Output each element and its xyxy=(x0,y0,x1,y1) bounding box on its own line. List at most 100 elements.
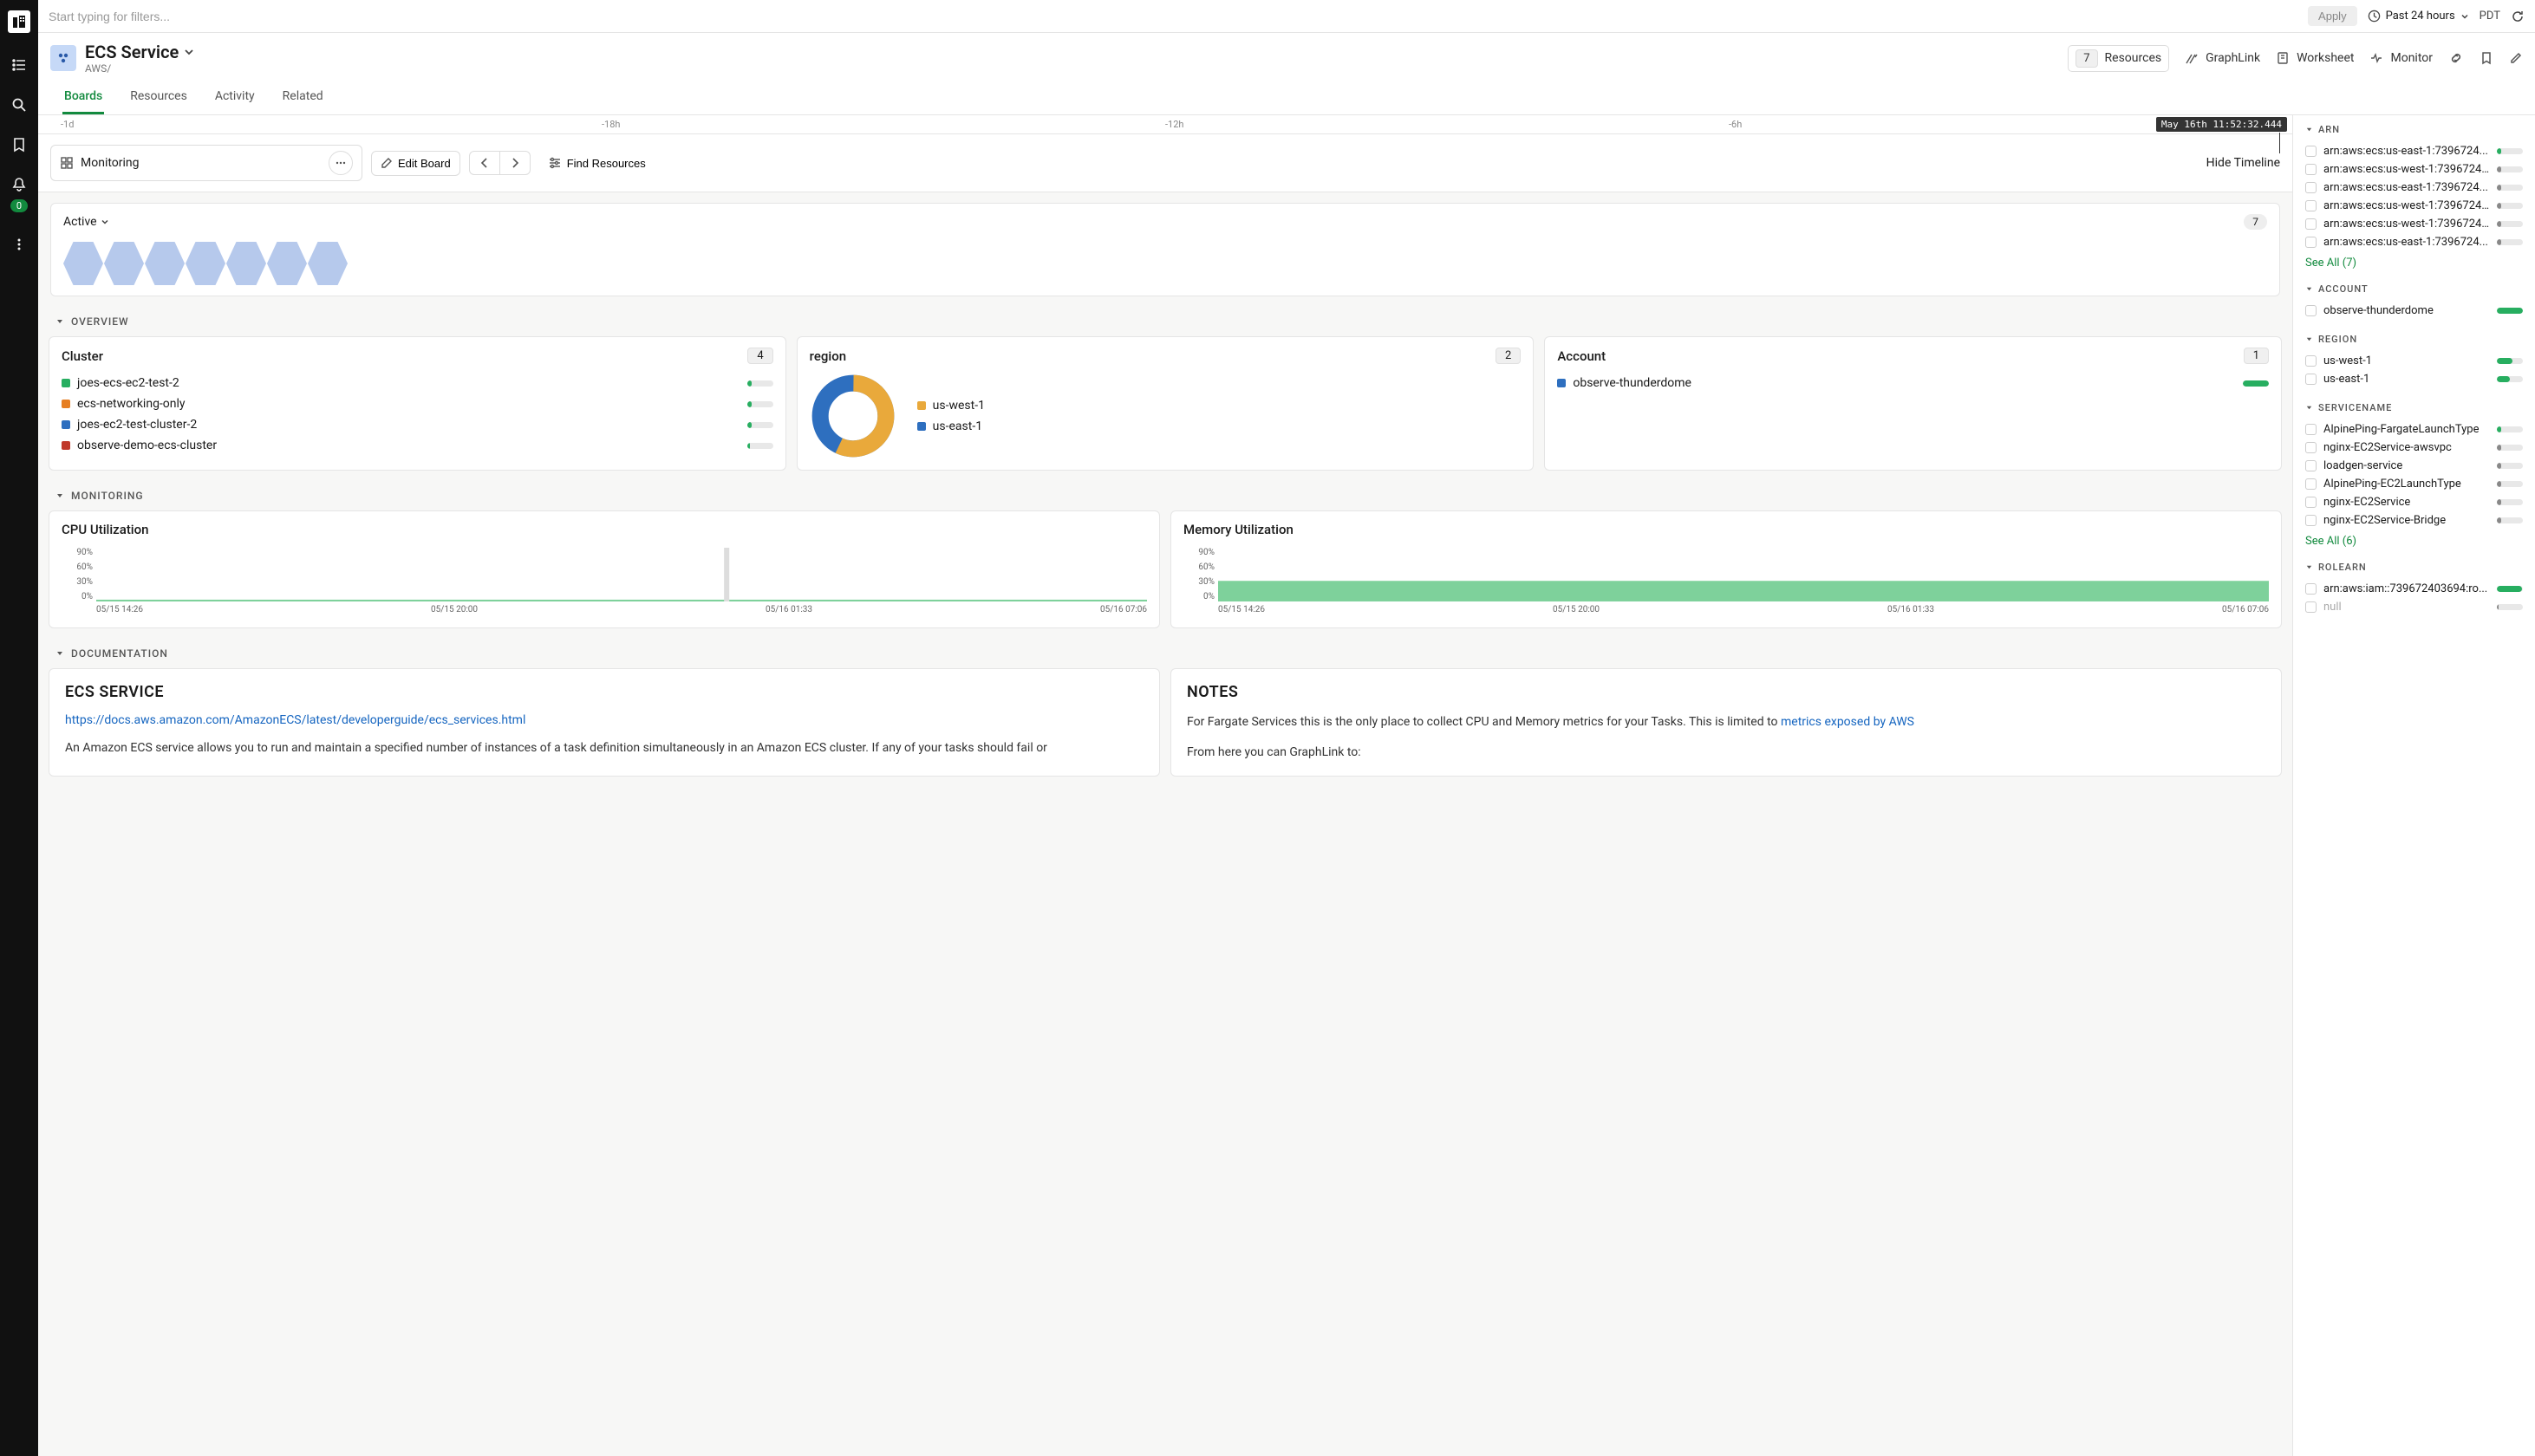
section-documentation[interactable]: DOCUMENTATION xyxy=(49,639,2282,668)
tabs: Boards Resources Activity Related xyxy=(38,81,2535,115)
side-item[interactable]: us-west-1 xyxy=(2305,352,2523,370)
side-item[interactable]: arn:aws:iam::739672403694:ro... xyxy=(2305,580,2523,598)
side-item[interactable]: observe-thunderdome xyxy=(2305,302,2523,320)
checkbox[interactable] xyxy=(2305,164,2317,175)
time-range-picker[interactable]: Past 24 hours xyxy=(2368,10,2469,23)
mini-bar xyxy=(747,422,773,428)
tab-resources[interactable]: Resources xyxy=(128,81,189,114)
side-item[interactable]: nginx-EC2Service xyxy=(2305,493,2523,511)
refresh-icon[interactable] xyxy=(2511,10,2525,23)
checkbox[interactable] xyxy=(2305,601,2317,613)
checkbox[interactable] xyxy=(2305,497,2317,508)
side-item[interactable]: arn:aws:ecs:us-east-1:7396724... xyxy=(2305,142,2523,160)
side-head-rolearn[interactable]: ROLEARN xyxy=(2305,562,2523,573)
legend-item[interactable]: us-east-1 xyxy=(917,416,985,437)
checkbox[interactable] xyxy=(2305,460,2317,471)
side-item[interactable]: AlpinePing-EC2LaunchType xyxy=(2305,475,2523,493)
bell-icon[interactable] xyxy=(11,177,27,192)
list-icon[interactable] xyxy=(11,57,27,73)
metrics-link[interactable]: metrics exposed by AWS xyxy=(1781,715,1914,729)
side-head-region[interactable]: REGION xyxy=(2305,334,2523,345)
checkbox[interactable] xyxy=(2305,515,2317,526)
monitor-button[interactable]: Monitor xyxy=(2369,51,2433,65)
active-card: Active 7 xyxy=(50,203,2280,296)
legend-item[interactable]: us-west-1 xyxy=(917,395,985,416)
logo-icon[interactable] xyxy=(8,10,30,33)
monitoring-chip[interactable]: Monitoring xyxy=(50,145,362,181)
mini-bar xyxy=(747,443,773,449)
checkbox[interactable] xyxy=(2305,237,2317,248)
filter-input[interactable] xyxy=(49,10,2297,23)
see-all-servicename[interactable]: See All (6) xyxy=(2305,535,2523,548)
hex-row xyxy=(63,242,2267,285)
find-resources-button[interactable]: Find Resources xyxy=(539,151,655,175)
checkbox[interactable] xyxy=(2305,200,2317,211)
checkbox[interactable] xyxy=(2305,218,2317,230)
page-title[interactable]: ECS Service xyxy=(85,42,2059,62)
more-options-icon[interactable] xyxy=(329,151,353,175)
bookmark-page-icon[interactable] xyxy=(2480,51,2493,65)
apply-button[interactable]: Apply xyxy=(2308,6,2357,26)
checkbox[interactable] xyxy=(2305,478,2317,490)
side-item[interactable]: arn:aws:ecs:us-east-1:7396724... xyxy=(2305,179,2523,197)
hide-timeline-button[interactable]: Hide Timeline xyxy=(2206,156,2280,170)
legend-item[interactable]: ecs-networking-only xyxy=(62,393,773,414)
section-monitoring[interactable]: MONITORING xyxy=(49,481,2282,510)
legend-item[interactable]: observe-demo-ecs-cluster xyxy=(62,435,773,456)
hex-item[interactable] xyxy=(186,242,225,285)
tab-related[interactable]: Related xyxy=(281,81,325,114)
side-head-arn[interactable]: ARN xyxy=(2305,124,2523,135)
hex-item[interactable] xyxy=(308,242,348,285)
hex-item[interactable] xyxy=(63,242,103,285)
checkbox[interactable] xyxy=(2305,374,2317,385)
checkbox[interactable] xyxy=(2305,146,2317,157)
side-item[interactable]: arn:aws:ecs:us-west-1:7396724... xyxy=(2305,197,2523,215)
hex-item[interactable] xyxy=(226,242,266,285)
side-item[interactable]: nginx-EC2Service-Bridge xyxy=(2305,511,2523,530)
checkbox[interactable] xyxy=(2305,424,2317,435)
legend-item[interactable]: observe-thunderdome xyxy=(1557,373,2269,393)
side-head-account[interactable]: ACCOUNT xyxy=(2305,283,2523,295)
side-item[interactable]: null xyxy=(2305,598,2523,616)
prev-button[interactable] xyxy=(470,152,500,174)
resources-pill[interactable]: 7 Resources xyxy=(2068,45,2169,72)
checkbox[interactable] xyxy=(2305,182,2317,193)
edit-board-button[interactable]: Edit Board xyxy=(371,151,460,176)
active-dropdown[interactable]: Active xyxy=(63,215,109,229)
graphlink-button[interactable]: GraphLink xyxy=(2185,51,2260,65)
side-item[interactable]: arn:aws:ecs:us-east-1:7396724... xyxy=(2305,233,2523,251)
checkbox[interactable] xyxy=(2305,305,2317,316)
legend-item[interactable]: joes-ec2-test-cluster-2 xyxy=(62,414,773,435)
side-head-servicename[interactable]: SERVICENAME xyxy=(2305,402,2523,413)
breadcrumb[interactable]: AWS/ xyxy=(85,62,2059,75)
side-group-arn: ARN arn:aws:ecs:us-east-1:7396724...arn:… xyxy=(2305,124,2523,270)
timeline[interactable]: -1d -18h -12h -6h May 16th 11:52:32.444 xyxy=(38,115,2292,134)
checkbox[interactable] xyxy=(2305,583,2317,595)
tab-boards[interactable]: Boards xyxy=(62,81,104,114)
side-item[interactable]: AlpinePing-FargateLaunchType xyxy=(2305,420,2523,439)
checkbox[interactable] xyxy=(2305,355,2317,367)
hex-item[interactable] xyxy=(267,242,307,285)
mini-bar xyxy=(747,401,773,407)
bookmark-icon[interactable] xyxy=(11,137,27,153)
side-item[interactable]: arn:aws:ecs:us-west-1:7396724... xyxy=(2305,160,2523,179)
checkbox[interactable] xyxy=(2305,442,2317,453)
side-item[interactable]: us-east-1 xyxy=(2305,370,2523,388)
tab-activity[interactable]: Activity xyxy=(213,81,257,114)
more-icon[interactable] xyxy=(11,237,27,252)
ecs-service-doc: ECS SERVICE https://docs.aws.amazon.com/… xyxy=(49,668,1160,777)
link-icon[interactable] xyxy=(2448,50,2464,66)
next-button[interactable] xyxy=(500,152,530,174)
side-item[interactable]: arn:aws:ecs:us-west-1:7396724... xyxy=(2305,215,2523,233)
ecs-doc-link[interactable]: https://docs.aws.amazon.com/AmazonECS/la… xyxy=(65,713,525,727)
worksheet-button[interactable]: Worksheet xyxy=(2276,51,2354,65)
hex-item[interactable] xyxy=(145,242,185,285)
see-all-arn[interactable]: See All (7) xyxy=(2305,257,2523,270)
side-item[interactable]: nginx-EC2Service-awsvpc xyxy=(2305,439,2523,457)
side-item[interactable]: loadgen-service xyxy=(2305,457,2523,475)
hex-item[interactable] xyxy=(104,242,144,285)
edit-icon[interactable] xyxy=(2509,51,2523,65)
legend-item[interactable]: joes-ecs-ec2-test-2 xyxy=(62,373,773,393)
section-overview[interactable]: OVERVIEW xyxy=(49,307,2282,336)
search-icon[interactable] xyxy=(11,97,27,113)
